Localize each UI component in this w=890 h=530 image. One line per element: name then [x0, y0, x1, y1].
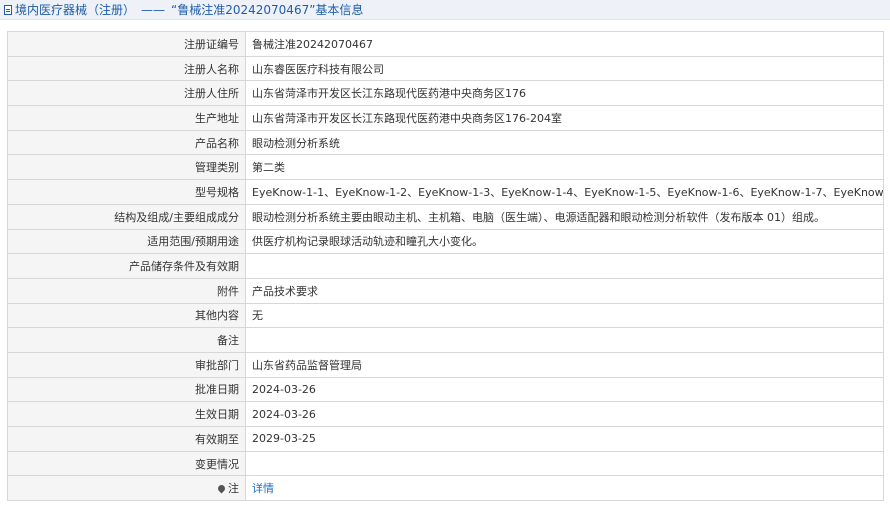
field-label: 结构及组成/主要组成成分 [7, 203, 246, 230]
table-row: 变更情况 [7, 450, 884, 477]
table-row: 注册人住所 山东省菏泽市开发区长江东路现代医药港中央商务区176 [7, 80, 884, 107]
field-label: 注册证编号 [7, 31, 246, 57]
field-value: 山东睿医医疗科技有限公司 [245, 55, 884, 82]
field-label: 适用范围/预期用途 [7, 228, 246, 255]
field-label: 管理类别 [7, 154, 246, 181]
field-value: 供医疗机构记录眼球活动轨迹和瞳孔大小变化。 [245, 228, 884, 255]
note-value-cell: 详情 [245, 475, 884, 502]
table-row: 产品名称 眼动检测分析系统 [7, 129, 884, 156]
note-row: 注 详情 [7, 475, 884, 502]
table-row: 有效期至 2029-03-25 [7, 426, 884, 452]
field-label: 产品储存条件及有效期 [7, 253, 246, 279]
table-row: 注册证编号 鲁械注准20242070467 [7, 31, 884, 57]
field-value [245, 327, 884, 353]
field-value [245, 253, 884, 279]
table-row: 适用范围/预期用途 供医疗机构记录眼球活动轨迹和瞳孔大小变化。 [7, 228, 884, 255]
table-row: 生产地址 山东省菏泽市开发区长江东路现代医药港中央商务区176-204室 [7, 105, 884, 131]
table-row: 注册人名称 山东睿医医疗科技有限公司 [7, 55, 884, 82]
field-label: 批准日期 [7, 376, 246, 403]
details-link[interactable]: 详情 [252, 482, 274, 495]
field-value: 山东省菏泽市开发区长江东路现代医药港中央商务区176-204室 [245, 105, 884, 131]
field-label: 产品名称 [7, 129, 246, 156]
field-value: 第二类 [245, 154, 884, 181]
field-label: 型号规格 [7, 179, 246, 205]
category-label: 境内医疗器械（注册） [15, 3, 136, 17]
table-row: 结构及组成/主要组成成分 眼动检测分析系统主要由眼动主机、主机箱、电脑（医生端）… [7, 203, 884, 230]
field-value: 山东省药品监督管理局 [245, 351, 884, 378]
note-label: 注 [228, 482, 239, 496]
field-label: 其他内容 [7, 302, 246, 329]
note-label-cell: 注 [7, 475, 246, 502]
table-row: 型号规格 EyeKnow-1-1、EyeKnow-1-2、EyeKnow-1-3… [7, 179, 884, 205]
table-row: 管理类别 第二类 [7, 154, 884, 181]
title-separator: —— [141, 2, 166, 17]
field-value: 鲁械注准20242070467 [245, 31, 884, 57]
field-label: 生产地址 [7, 105, 246, 131]
field-value: 2024-03-26 [245, 376, 884, 403]
field-value: 眼动检测分析系统主要由眼动主机、主机箱、电脑（医生端）、电源适配器和眼动检测分析… [245, 203, 884, 230]
field-value: 2029-03-25 [245, 426, 884, 452]
page-title: “鲁械注准20242070467”基本信息 [171, 3, 364, 17]
document-icon [4, 4, 12, 15]
field-label: 审批部门 [7, 351, 246, 378]
field-label: 注册人住所 [7, 80, 246, 107]
field-label: 变更情况 [7, 450, 246, 477]
field-label: 生效日期 [7, 401, 246, 427]
field-value [245, 450, 884, 477]
field-value: 眼动检测分析系统 [245, 129, 884, 156]
pin-icon [216, 483, 227, 494]
registration-info-table: 注册证编号 鲁械注准20242070467 注册人名称 山东睿医医疗科技有限公司… [7, 31, 884, 502]
table-row: 生效日期 2024-03-26 [7, 401, 884, 427]
field-value: EyeKnow-1-1、EyeKnow-1-2、EyeKnow-1-3、EyeK… [245, 179, 884, 205]
field-value: 无 [245, 302, 884, 329]
field-value: 山东省菏泽市开发区长江东路现代医药港中央商务区176 [245, 80, 884, 107]
field-label: 有效期至 [7, 426, 246, 452]
field-value: 2024-03-26 [245, 401, 884, 427]
table-row: 备注 [7, 327, 884, 353]
table-row: 批准日期 2024-03-26 [7, 376, 884, 403]
field-label: 附件 [7, 277, 246, 304]
field-label: 注册人名称 [7, 55, 246, 82]
table-row: 其他内容 无 [7, 302, 884, 329]
table-row: 附件 产品技术要求 [7, 277, 884, 304]
table-row: 产品储存条件及有效期 [7, 253, 884, 279]
page-title-bar: 境内医疗器械（注册） —— “鲁械注准20242070467”基本信息 [0, 0, 890, 20]
table-row: 审批部门 山东省药品监督管理局 [7, 351, 884, 378]
field-value: 产品技术要求 [245, 277, 884, 304]
field-label: 备注 [7, 327, 246, 353]
